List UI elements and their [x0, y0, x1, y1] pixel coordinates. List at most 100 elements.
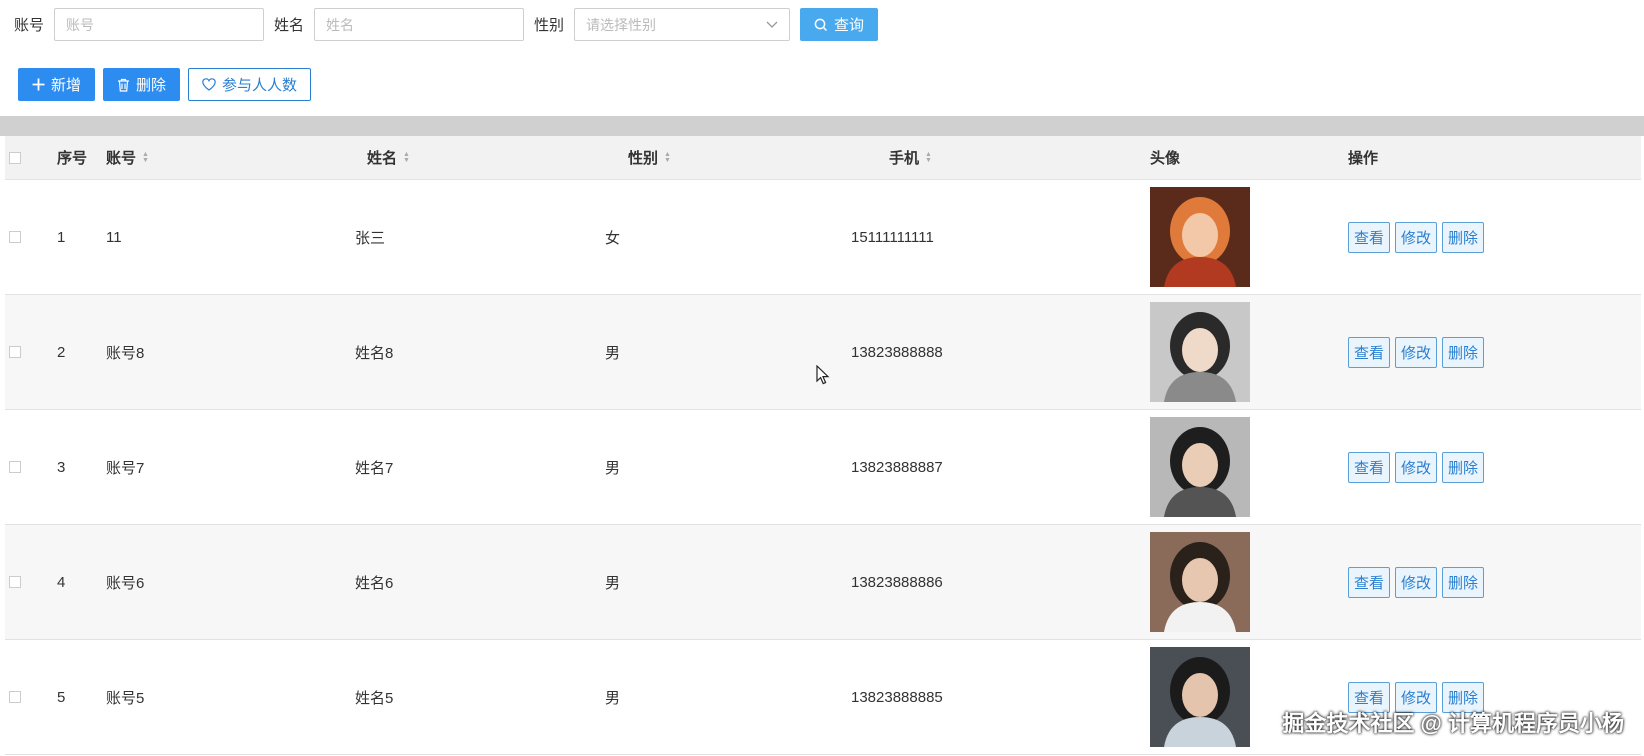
- user-table: 序号 账号 ▲ ▼ 姓名 ▲ ▼ 性别 ▲ ▼ 手机 ▲ ▼ 头像 操作 1 11 张三女 1…: [5, 136, 1641, 755]
- edit-button[interactable]: 修改: [1395, 566, 1438, 598]
- edit-button[interactable]: 修改: [1395, 451, 1438, 483]
- row-select-cell: [9, 640, 21, 754]
- row-name: 姓名5: [355, 689, 394, 707]
- participants-button[interactable]: 参与人人数: [188, 68, 312, 101]
- row-account: 账号8: [106, 344, 145, 362]
- row-delete-button[interactable]: 删除: [1442, 451, 1485, 483]
- gender-select-placeholder: 请选择性别: [586, 16, 657, 33]
- edit-button[interactable]: 修改: [1395, 221, 1438, 253]
- row-index: 1: [57, 228, 66, 246]
- header-phone-label: 手机: [889, 150, 920, 167]
- sort-icon[interactable]: ▲ ▼: [925, 151, 932, 164]
- row-index: 4: [57, 573, 66, 591]
- row-name: 姓名7: [355, 459, 394, 477]
- header-gender[interactable]: 性别 ▲ ▼: [628, 136, 671, 179]
- row-avatar-cell: [1150, 410, 1250, 524]
- row-gender: 男: [605, 574, 621, 592]
- table-row: 4 账号6 姓名6 男 13823888886 查看 修改 删除: [5, 525, 1641, 640]
- avatar: [1150, 302, 1250, 402]
- sort-icon[interactable]: ▲ ▼: [142, 151, 149, 164]
- row-gender: 男: [605, 459, 621, 477]
- row-checkbox[interactable]: [9, 346, 21, 358]
- row-index: 3: [57, 458, 66, 476]
- table-body: 1 11 张三女 15111111111 查看 修改 删除 2 账号8 姓名8 男 138238888…: [5, 180, 1641, 755]
- row-checkbox[interactable]: [9, 461, 21, 473]
- row-actions: 查看 修改 删除: [1348, 180, 1489, 294]
- header-name[interactable]: 姓名 ▲ ▼: [367, 136, 410, 179]
- row-phone: 15111111111: [851, 228, 934, 246]
- row-actions: 查看 修改 删除: [1348, 525, 1489, 639]
- heart-icon: [202, 78, 216, 91]
- row-name: 张三: [355, 229, 386, 247]
- row-checkbox[interactable]: [9, 691, 21, 703]
- row-avatar-cell: [1150, 295, 1250, 409]
- row-index: 2: [57, 343, 66, 361]
- header-gender-label: 性别: [628, 150, 659, 167]
- row-checkbox[interactable]: [9, 231, 21, 243]
- view-button[interactable]: 查看: [1348, 336, 1391, 368]
- sort-icon[interactable]: ▲ ▼: [403, 151, 410, 164]
- account-label: 账号: [14, 17, 45, 34]
- action-bar: 新增 删除 参与人人数: [18, 68, 312, 101]
- row-name: 姓名6: [355, 574, 394, 592]
- row-delete-button[interactable]: 删除: [1442, 336, 1485, 368]
- header-operations: 操作: [1348, 150, 1379, 167]
- query-button-label: 查询: [834, 17, 865, 34]
- header-phone[interactable]: 手机 ▲ ▼: [889, 136, 932, 179]
- table-row: 2 账号8 姓名8 男 13823888888 查看 修改 删除: [5, 295, 1641, 410]
- row-avatar-cell: [1150, 525, 1250, 639]
- header-account[interactable]: 账号 ▲ ▼: [106, 136, 149, 179]
- participants-button-label: 参与人人数: [222, 77, 298, 94]
- view-button[interactable]: 查看: [1348, 221, 1391, 253]
- row-avatar-cell: [1150, 180, 1250, 294]
- row-phone: 13823888887: [851, 458, 943, 476]
- row-gender: 男: [605, 344, 621, 362]
- edit-button[interactable]: 修改: [1395, 336, 1438, 368]
- row-gender: 男: [605, 689, 621, 707]
- row-delete-button[interactable]: 删除: [1442, 221, 1485, 253]
- add-button[interactable]: 新增: [18, 68, 96, 101]
- watermark: 掘金技术社区 @ 计算机程序员小杨: [1282, 711, 1624, 736]
- avatar: [1150, 647, 1250, 747]
- row-delete-button[interactable]: 删除: [1442, 566, 1485, 598]
- avatar: [1150, 532, 1250, 632]
- row-index: 5: [57, 688, 66, 706]
- row-checkbox[interactable]: [9, 576, 21, 588]
- row-select-cell: [9, 525, 21, 639]
- mouse-cursor-icon: [816, 364, 830, 390]
- select-all-checkbox[interactable]: [9, 151, 21, 164]
- row-avatar-cell: [1150, 640, 1250, 754]
- avatar: [1150, 417, 1250, 517]
- header-index: 序号: [57, 150, 88, 167]
- query-button[interactable]: 查询: [800, 8, 879, 41]
- row-account: 账号6: [106, 574, 145, 592]
- delete-button-label: 删除: [136, 77, 167, 94]
- row-select-cell: [9, 295, 21, 409]
- view-button[interactable]: 查看: [1348, 566, 1391, 598]
- name-label: 姓名: [274, 17, 305, 34]
- header-avatar: 头像: [1150, 150, 1181, 167]
- sort-icon[interactable]: ▲ ▼: [664, 151, 671, 164]
- table-row: 3 账号7 姓名7 男 13823888887 查看 修改 删除: [5, 410, 1641, 525]
- view-button[interactable]: 查看: [1348, 451, 1391, 483]
- row-account: 账号7: [106, 459, 145, 477]
- search-bar: 账号 姓名 性别 请选择性别 查询: [14, 8, 879, 41]
- trash-icon: [117, 78, 130, 92]
- row-phone: 13823888886: [851, 573, 943, 591]
- delete-button[interactable]: 删除: [103, 68, 181, 101]
- row-phone: 13823888888: [851, 343, 943, 361]
- account-input[interactable]: [54, 8, 265, 41]
- select-all-cell: [9, 136, 21, 179]
- avatar: [1150, 187, 1250, 287]
- chevron-down-icon: [766, 18, 778, 32]
- plus-icon: [32, 78, 45, 91]
- row-actions: 查看 修改 删除: [1348, 410, 1489, 524]
- gender-select[interactable]: 请选择性别: [574, 8, 791, 41]
- row-phone: 13823888885: [851, 688, 943, 706]
- row-account: 账号5: [106, 689, 145, 707]
- table-header: 序号 账号 ▲ ▼ 姓名 ▲ ▼ 性别 ▲ ▼ 手机 ▲ ▼ 头像 操作: [5, 136, 1641, 180]
- table-row: 1 11 张三女 15111111111 查看 修改 删除: [5, 180, 1641, 295]
- row-actions: 查看 修改 删除: [1348, 295, 1489, 409]
- name-input[interactable]: [314, 8, 525, 41]
- row-account: 11: [106, 228, 122, 246]
